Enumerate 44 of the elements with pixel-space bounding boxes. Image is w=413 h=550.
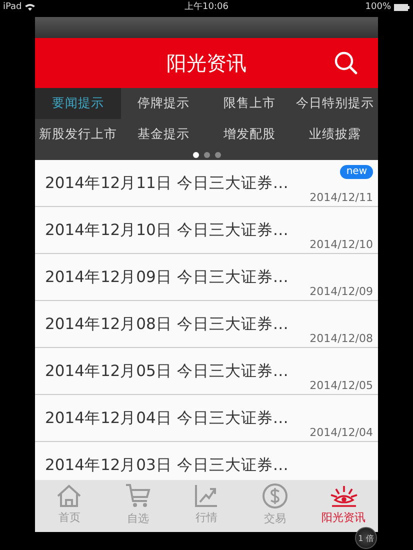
cart-icon: [124, 482, 151, 508]
news-item[interactable]: 2014年12月10日 今日三大证券… 2014/12/10: [35, 207, 378, 254]
news-date: 2014/12/08: [310, 332, 373, 345]
battery-icon: [394, 4, 410, 10]
news-title: 2014年12月04日 今日三大证券…: [45, 408, 288, 428]
page-title: 阳光资讯: [166, 50, 246, 76]
news-date: 2014/12/05: [310, 379, 373, 392]
news-date: 2014/12/11: [310, 191, 373, 204]
news-item[interactable]: 2014年12月11日 今日三大证券… new 2014/12/11: [35, 160, 378, 207]
category-tab[interactable]: 要闻提示: [35, 88, 121, 119]
page-dot[interactable]: [214, 152, 220, 158]
news-title: 2014年12月08日 今日三大证券…: [45, 314, 288, 334]
news-date: 2014/12/04: [310, 426, 373, 439]
category-tab[interactable]: 业绩披露: [292, 119, 378, 150]
category-tab[interactable]: 新股发行上市: [35, 119, 121, 150]
news-item[interactable]: 2014年12月09日 今日三大证券… 2014/12/09: [35, 254, 378, 301]
news-title: 2014年12月11日 今日三大证券…: [45, 172, 288, 194]
category-tab[interactable]: 限售上市: [206, 88, 292, 119]
category-tab[interactable]: 停牌提示: [120, 88, 206, 119]
news-date: 2014/12/10: [310, 238, 373, 251]
page-dot[interactable]: [204, 152, 210, 158]
news-title: 2014年12月05日 今日三大证券…: [45, 360, 288, 382]
wifi-icon: [24, 3, 35, 11]
news-date: 2014/12/09: [310, 285, 373, 298]
page-dot[interactable]: [192, 152, 198, 158]
search-icon[interactable]: [334, 51, 358, 75]
new-badge: new: [340, 165, 373, 179]
news-item[interactable]: 2014年12月05日 今日三大证券… 2014/12/05: [35, 348, 378, 395]
dollar-icon: [262, 482, 288, 508]
category-tab[interactable]: 今日特别提示: [292, 88, 378, 119]
news-item[interactable]: 2014年12月08日 今日三大证券… 2014/12/08: [35, 301, 378, 348]
zoom-button[interactable]: 1 倍: [355, 527, 377, 549]
category-tab[interactable]: 基金提示: [120, 119, 206, 150]
news-title: 2014年12月03日 今日三大证券…: [45, 454, 288, 476]
chart-icon: [194, 484, 218, 508]
clock-time: 上午10:06: [184, 2, 228, 12]
battery-percent: 100%: [365, 2, 391, 12]
sun-icon: [328, 484, 359, 508]
news-title: 2014年12月10日 今日三大证券…: [45, 220, 288, 240]
device-name: iPad: [3, 2, 22, 12]
news-title: 2014年12月09日 今日三大证券…: [45, 266, 288, 288]
home-icon: [56, 484, 82, 508]
news-item[interactable]: 2014年12月04日 今日三大证券… 2014/12/04: [35, 395, 378, 442]
category-tab[interactable]: 增发配股: [206, 119, 292, 150]
